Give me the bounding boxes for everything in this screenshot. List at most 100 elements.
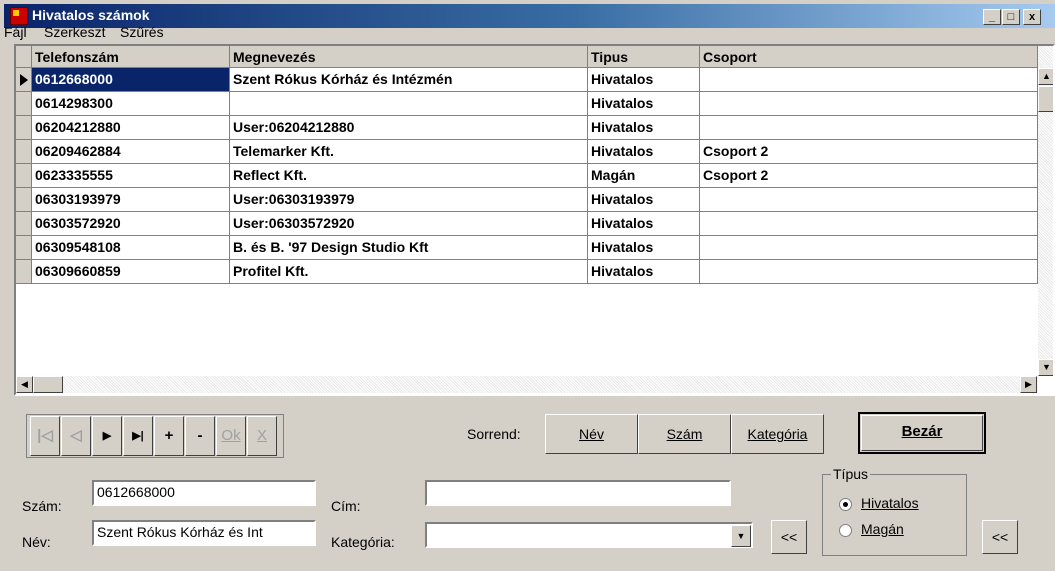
close-button[interactable]: Bezár — [858, 412, 986, 454]
column-header-tipus[interactable]: Tipus — [588, 46, 700, 68]
nav-ok-button[interactable]: Ok — [216, 416, 246, 456]
scroll-thumb[interactable] — [1038, 86, 1053, 112]
tipus-back-button[interactable]: << — [982, 520, 1018, 554]
phone-grid[interactable]: Telefonszám Megnevezés Tipus Csoport 061… — [14, 44, 1055, 396]
sort-name-button[interactable]: Név — [545, 414, 638, 454]
nav-prev-button[interactable]: ◁ — [61, 416, 91, 456]
radio-magan[interactable] — [839, 524, 852, 537]
grid-header: Telefonszám Megnevezés Tipus Csoport — [16, 46, 1053, 68]
table-row[interactable]: 06209462884 Telemarker Kft. Hivatalos Csopo… — [16, 140, 1053, 164]
row-indicator[interactable] — [16, 116, 32, 140]
hscroll-thumb[interactable] — [33, 376, 63, 393]
nav-last-button[interactable]: ▶| — [123, 416, 153, 456]
table-row[interactable]: 0612668000 Szent Rókus Kórház és Intézmén… — [16, 68, 1053, 92]
sort-number-label: Szám — [666, 426, 703, 442]
cell-type[interactable]: Hivatalos — [588, 116, 700, 140]
table-row[interactable]: 06303193979 User:06303193979 Hivatalos — [16, 188, 1053, 212]
cell-name[interactable]: B. és B. '97 Design Studio Kft — [230, 236, 588, 260]
radio-hivatalos[interactable] — [839, 498, 852, 511]
cell-type[interactable]: Hivatalos — [588, 140, 700, 164]
table-row[interactable]: 06204212880 User:06204212880 Hivatalos — [16, 116, 1053, 140]
cell-group[interactable] — [700, 188, 1038, 212]
nav-cancel-button[interactable]: X — [247, 416, 277, 456]
table-row[interactable]: 06309548108 B. és B. '97 Design Studio Kf… — [16, 236, 1053, 260]
row-indicator[interactable] — [16, 164, 32, 188]
cim-field[interactable] — [425, 480, 731, 506]
nav-add-button[interactable]: + — [154, 416, 184, 456]
cell-num[interactable]: 0614298300 — [32, 92, 230, 116]
cell-name[interactable]: Profitel Kft. — [230, 260, 588, 284]
cell-type[interactable]: Hivatalos — [588, 236, 700, 260]
chevron-down-icon[interactable]: ▼ — [731, 525, 751, 547]
kategoria-back-button[interactable]: << — [771, 520, 807, 554]
tipus-group: Típus Hivatalos Magán — [822, 466, 967, 556]
cell-type[interactable]: Hivatalos — [588, 92, 700, 116]
table-row[interactable]: 06309660859 Profitel Kft. Hivatalos — [16, 260, 1053, 284]
cell-group[interactable] — [700, 68, 1038, 92]
table-row[interactable]: 0614298300 Hivatalos — [16, 92, 1053, 116]
cell-group[interactable] — [700, 236, 1038, 260]
column-header-telefonszam[interactable]: Telefonszám — [32, 46, 230, 68]
sort-number-button[interactable]: Szám — [638, 414, 731, 454]
menu-fajl[interactable]: Fájl — [4, 24, 27, 40]
scroll-down-icon[interactable]: ▼ — [1038, 359, 1053, 376]
cell-num[interactable]: 06204212880 — [32, 116, 230, 140]
cell-num[interactable]: 06309660859 — [32, 260, 230, 284]
maximize-button[interactable]: □ — [1002, 9, 1020, 25]
row-indicator[interactable] — [16, 212, 32, 236]
radio-hivatalos-label[interactable]: Hivatalos — [861, 495, 919, 511]
scroll-up-icon[interactable]: ▲ — [1038, 68, 1053, 85]
cell-name[interactable]: Szent Rókus Kórház és Intézmén — [230, 68, 588, 92]
cell-num[interactable]: 06303193979 — [32, 188, 230, 212]
header-indicator — [16, 46, 32, 68]
szam-field[interactable]: 0612668000 — [92, 480, 316, 506]
minimize-button[interactable]: _ — [983, 9, 1001, 25]
cell-num[interactable]: 0623335555 — [32, 164, 230, 188]
row-indicator[interactable] — [16, 92, 32, 116]
sort-category-button[interactable]: Kategória — [731, 414, 824, 454]
cell-type[interactable]: Hivatalos — [588, 68, 700, 92]
nav-delete-button[interactable]: - — [185, 416, 215, 456]
row-indicator[interactable] — [16, 140, 32, 164]
current-row-indicator-icon[interactable] — [16, 68, 32, 92]
cell-name[interactable]: Telemarker Kft. — [230, 140, 588, 164]
close-window-button[interactable]: x — [1023, 9, 1041, 25]
menu-szures[interactable]: Szűrés — [120, 24, 164, 40]
cell-name[interactable]: Reflect Kft. — [230, 164, 588, 188]
cell-name[interactable]: User:06204212880 — [230, 116, 588, 140]
cell-name[interactable]: User:06303193979 — [230, 188, 588, 212]
cell-num[interactable]: 06303572920 — [32, 212, 230, 236]
scroll-right-icon[interactable]: ▶ — [1020, 376, 1037, 393]
cell-type[interactable]: Magán — [588, 164, 700, 188]
cell-group[interactable] — [700, 92, 1038, 116]
cell-type[interactable]: Hivatalos — [588, 260, 700, 284]
menu-szerkeszt[interactable]: Szerkeszt — [44, 24, 105, 40]
row-indicator[interactable] — [16, 236, 32, 260]
radio-magan-label[interactable]: Magán — [861, 521, 904, 537]
nav-first-button[interactable]: |◁ — [30, 416, 60, 456]
cell-num[interactable]: 06309548108 — [32, 236, 230, 260]
cell-name[interactable] — [230, 92, 588, 116]
cell-num[interactable]: 0612668000 — [32, 68, 230, 92]
cell-group[interactable] — [700, 260, 1038, 284]
cell-group[interactable]: Csoport 2 — [700, 164, 1038, 188]
kategoria-select[interactable] — [425, 522, 753, 548]
cell-type[interactable]: Hivatalos — [588, 212, 700, 236]
cell-num[interactable]: 06209462884 — [32, 140, 230, 164]
horizontal-scrollbar[interactable]: ◀ ▶ — [16, 376, 1038, 393]
nev-field[interactable]: Szent Rókus Kórház és Int — [92, 520, 316, 546]
cell-type[interactable]: Hivatalos — [588, 188, 700, 212]
column-header-csoport[interactable]: Csoport — [700, 46, 1038, 68]
nav-next-button[interactable]: ▶ — [92, 416, 122, 456]
column-header-megnevezes[interactable]: Megnevezés — [230, 46, 588, 68]
scroll-left-icon[interactable]: ◀ — [16, 376, 33, 393]
table-row[interactable]: 06303572920 User:06303572920 Hivatalos — [16, 212, 1053, 236]
vertical-scrollbar[interactable]: ▲ ▼ — [1038, 46, 1053, 376]
cell-group[interactable]: Csoport 2 — [700, 140, 1038, 164]
table-row[interactable]: 0623335555 Reflect Kft. Magán Csoport 2 — [16, 164, 1053, 188]
row-indicator[interactable] — [16, 188, 32, 212]
cell-group[interactable] — [700, 212, 1038, 236]
row-indicator[interactable] — [16, 260, 32, 284]
cell-name[interactable]: User:06303572920 — [230, 212, 588, 236]
cell-group[interactable] — [700, 116, 1038, 140]
